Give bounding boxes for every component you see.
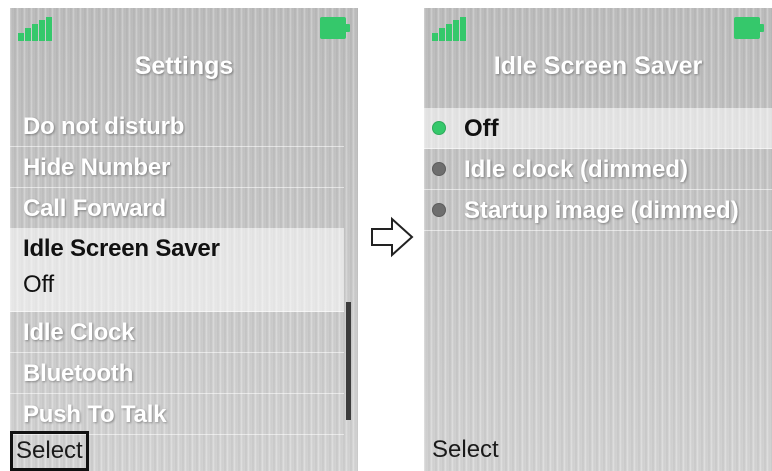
menu-item-current-value: Off <box>23 271 54 298</box>
signal-strength-icon <box>18 17 54 41</box>
select-softkey[interactable]: Select <box>10 431 89 471</box>
option-off[interactable]: Off <box>424 108 772 149</box>
page-title: Idle Screen Saver <box>493 52 703 80</box>
screen-saver-options: Off Idle clock (dimmed) Startup image (d… <box>424 108 772 231</box>
select-softkey[interactable]: Select <box>426 432 505 468</box>
menu-item-do-not-disturb[interactable]: Do not disturb <box>10 106 344 147</box>
menu-item-idle-screen-saver[interactable]: Idle Screen Saver Off <box>10 229 344 312</box>
option-label: Idle clock (dimmed) <box>464 156 689 183</box>
menu-item-idle-clock[interactable]: Idle Clock <box>10 312 344 353</box>
option-label: Startup image (dimmed) <box>464 197 739 224</box>
menu-item-hide-number[interactable]: Hide Number <box>10 147 344 188</box>
option-label: Off <box>464 115 499 142</box>
settings-screen: Settings Do not disturb Hide Number Call… <box>10 8 358 471</box>
right-arrow-icon <box>371 216 414 258</box>
signal-strength-icon <box>432 17 468 41</box>
option-startup-image-dimmed[interactable]: Startup image (dimmed) <box>424 190 772 231</box>
settings-menu: Do not disturb Hide Number Call Forward … <box>10 106 344 435</box>
menu-item-call-forward[interactable]: Call Forward <box>10 188 344 229</box>
menu-item-bluetooth[interactable]: Bluetooth <box>10 353 344 394</box>
battery-icon <box>320 17 350 39</box>
battery-icon <box>734 17 764 39</box>
radio-unselected-icon <box>432 162 446 176</box>
option-idle-clock-dimmed[interactable]: Idle clock (dimmed) <box>424 149 772 190</box>
idle-screen-saver-screen: Idle Screen Saver Off Idle clock (dimmed… <box>424 8 772 471</box>
radio-unselected-icon <box>432 203 446 217</box>
scrollbar[interactable] <box>346 302 351 420</box>
page-title: Settings <box>134 52 234 80</box>
radio-selected-icon <box>432 121 446 135</box>
menu-item-label: Idle Screen Saver <box>23 235 220 262</box>
menu-item-push-to-talk[interactable]: Push To Talk <box>10 394 344 435</box>
